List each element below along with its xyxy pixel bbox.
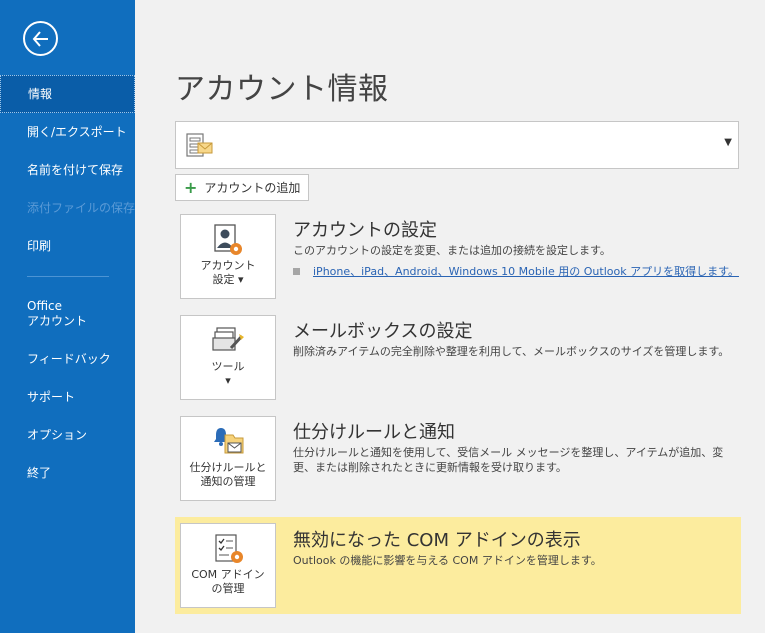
account-settings-icon xyxy=(214,224,242,255)
mailbox-settings-title: メールボックスの設定 xyxy=(293,321,473,342)
nav-exit[interactable]: 終了 xyxy=(0,466,135,481)
account-selector[interactable]: ▼ xyxy=(175,121,739,169)
account-settings-tile-label-2: 設定 ▾ xyxy=(212,273,244,286)
rules-alerts-desc: 仕分けルールと通知を使用して、受信メール メッセージを整理し、アイテムが追加、変… xyxy=(293,446,724,474)
tools-icon xyxy=(212,327,244,351)
backstage-sidebar: 情報 開く/エクスポート 名前を付けて保存 添付ファイルの保存 印刷 Offic… xyxy=(0,0,135,633)
page-title: アカウント情報 xyxy=(175,72,389,107)
nav-info[interactable]: 情報 xyxy=(0,75,135,113)
rules-alerts-title: 仕分けルールと通知 xyxy=(293,422,455,443)
tools-button[interactable]: ツール ▾ xyxy=(180,315,276,400)
mail-account-icon xyxy=(186,133,213,157)
rules-tile-label-1: 仕分けルールと xyxy=(189,461,267,474)
main-content: アカウント情報 ▼ + アカウントの追加 アカウント 設定 ▾ アカウントの設定… xyxy=(135,0,765,633)
outlook-app-link[interactable]: iPhone、iPad、Android、Windows 10 Mobile 用の… xyxy=(313,263,739,279)
rules-tile-label-2: 通知の管理 xyxy=(200,475,256,488)
tools-tile-label-1: ツール xyxy=(211,360,245,373)
rules-alerts-icon xyxy=(214,428,244,454)
nav-save-as[interactable]: 名前を付けて保存 xyxy=(0,163,135,178)
plus-icon: + xyxy=(184,177,198,197)
manage-rules-button[interactable]: 仕分けルールと 通知の管理 xyxy=(180,416,276,501)
account-settings-desc: このアカウントの設定を変更、または追加の接続を設定します。 xyxy=(293,244,611,257)
nav-options[interactable]: オプション xyxy=(0,428,135,443)
add-account-button[interactable]: + アカウントの追加 xyxy=(175,174,310,201)
com-addins-tile-label-2: の管理 xyxy=(211,582,245,595)
account-settings-button[interactable]: アカウント 設定 ▾ xyxy=(180,214,276,299)
bullet-icon xyxy=(293,267,300,275)
nav-options-label: オプション xyxy=(27,428,88,442)
account-settings-tile-label-1: アカウント xyxy=(200,259,256,272)
nav-print[interactable]: 印刷 xyxy=(0,239,135,254)
nav-exit-label: 終了 xyxy=(27,466,52,480)
nav-open-export-label: 開く/エクスポート xyxy=(27,125,127,139)
account-settings-title: アカウントの設定 xyxy=(293,220,437,241)
nav-info-label: 情報 xyxy=(28,86,53,101)
tools-tile-label-2: ▾ xyxy=(225,374,231,387)
nav-save-as-label: 名前を付けて保存 xyxy=(27,163,124,177)
nav-office-account-label-1: Office xyxy=(27,299,63,313)
mailbox-settings-desc: 削除済みアイテムの完全削除や整理を利用して、メールボックスのサイズを管理します。 xyxy=(293,345,730,358)
nav-divider xyxy=(27,276,109,277)
section-account-settings: アカウント 設定 ▾ アカウントの設定 このアカウントの設定を変更、または追加の… xyxy=(175,209,741,305)
nav-office-account-label-2: アカウント xyxy=(27,314,88,328)
chevron-down-icon: ▼ xyxy=(724,137,732,148)
outlook-app-link-row: iPhone、iPad、Android、Windows 10 Mobile 用の… xyxy=(293,263,739,279)
add-account-label: アカウントの追加 xyxy=(204,181,301,195)
nav-support-label: サポート xyxy=(27,390,76,404)
com-addins-icon xyxy=(215,534,243,563)
nav-support[interactable]: サポート xyxy=(0,390,135,405)
nav-feedback[interactable]: フィードバック xyxy=(0,352,135,367)
nav-save-attachments-label: 添付ファイルの保存 xyxy=(27,201,136,215)
com-addins-tile-label-1: COM アドイン xyxy=(191,568,265,581)
back-button[interactable] xyxy=(23,21,58,56)
nav-print-label: 印刷 xyxy=(27,239,52,253)
back-arrow-icon xyxy=(32,30,48,47)
section-mailbox-settings: ツール ▾ メールボックスの設定 削除済みアイテムの完全削除や整理を利用して、メ… xyxy=(175,310,741,406)
nav-feedback-label: フィードバック xyxy=(27,352,111,366)
com-addins-title: 無効になった COM アドインの表示 xyxy=(293,530,581,551)
nav-save-attachments: 添付ファイルの保存 xyxy=(0,201,135,216)
manage-com-addins-button[interactable]: COM アドイン の管理 xyxy=(180,523,276,608)
section-com-addins: COM アドイン の管理 無効になった COM アドインの表示 Outlook … xyxy=(175,517,741,614)
com-addins-desc: Outlook の機能に影響を与える COM アドインを管理します。 xyxy=(293,554,602,567)
section-rules-alerts: 仕分けルールと 通知の管理 仕分けルールと通知 仕分けルールと通知を使用して、受… xyxy=(175,411,741,507)
nav-office-account[interactable]: Office アカウント xyxy=(0,299,135,329)
nav-open-export[interactable]: 開く/エクスポート xyxy=(0,125,135,140)
